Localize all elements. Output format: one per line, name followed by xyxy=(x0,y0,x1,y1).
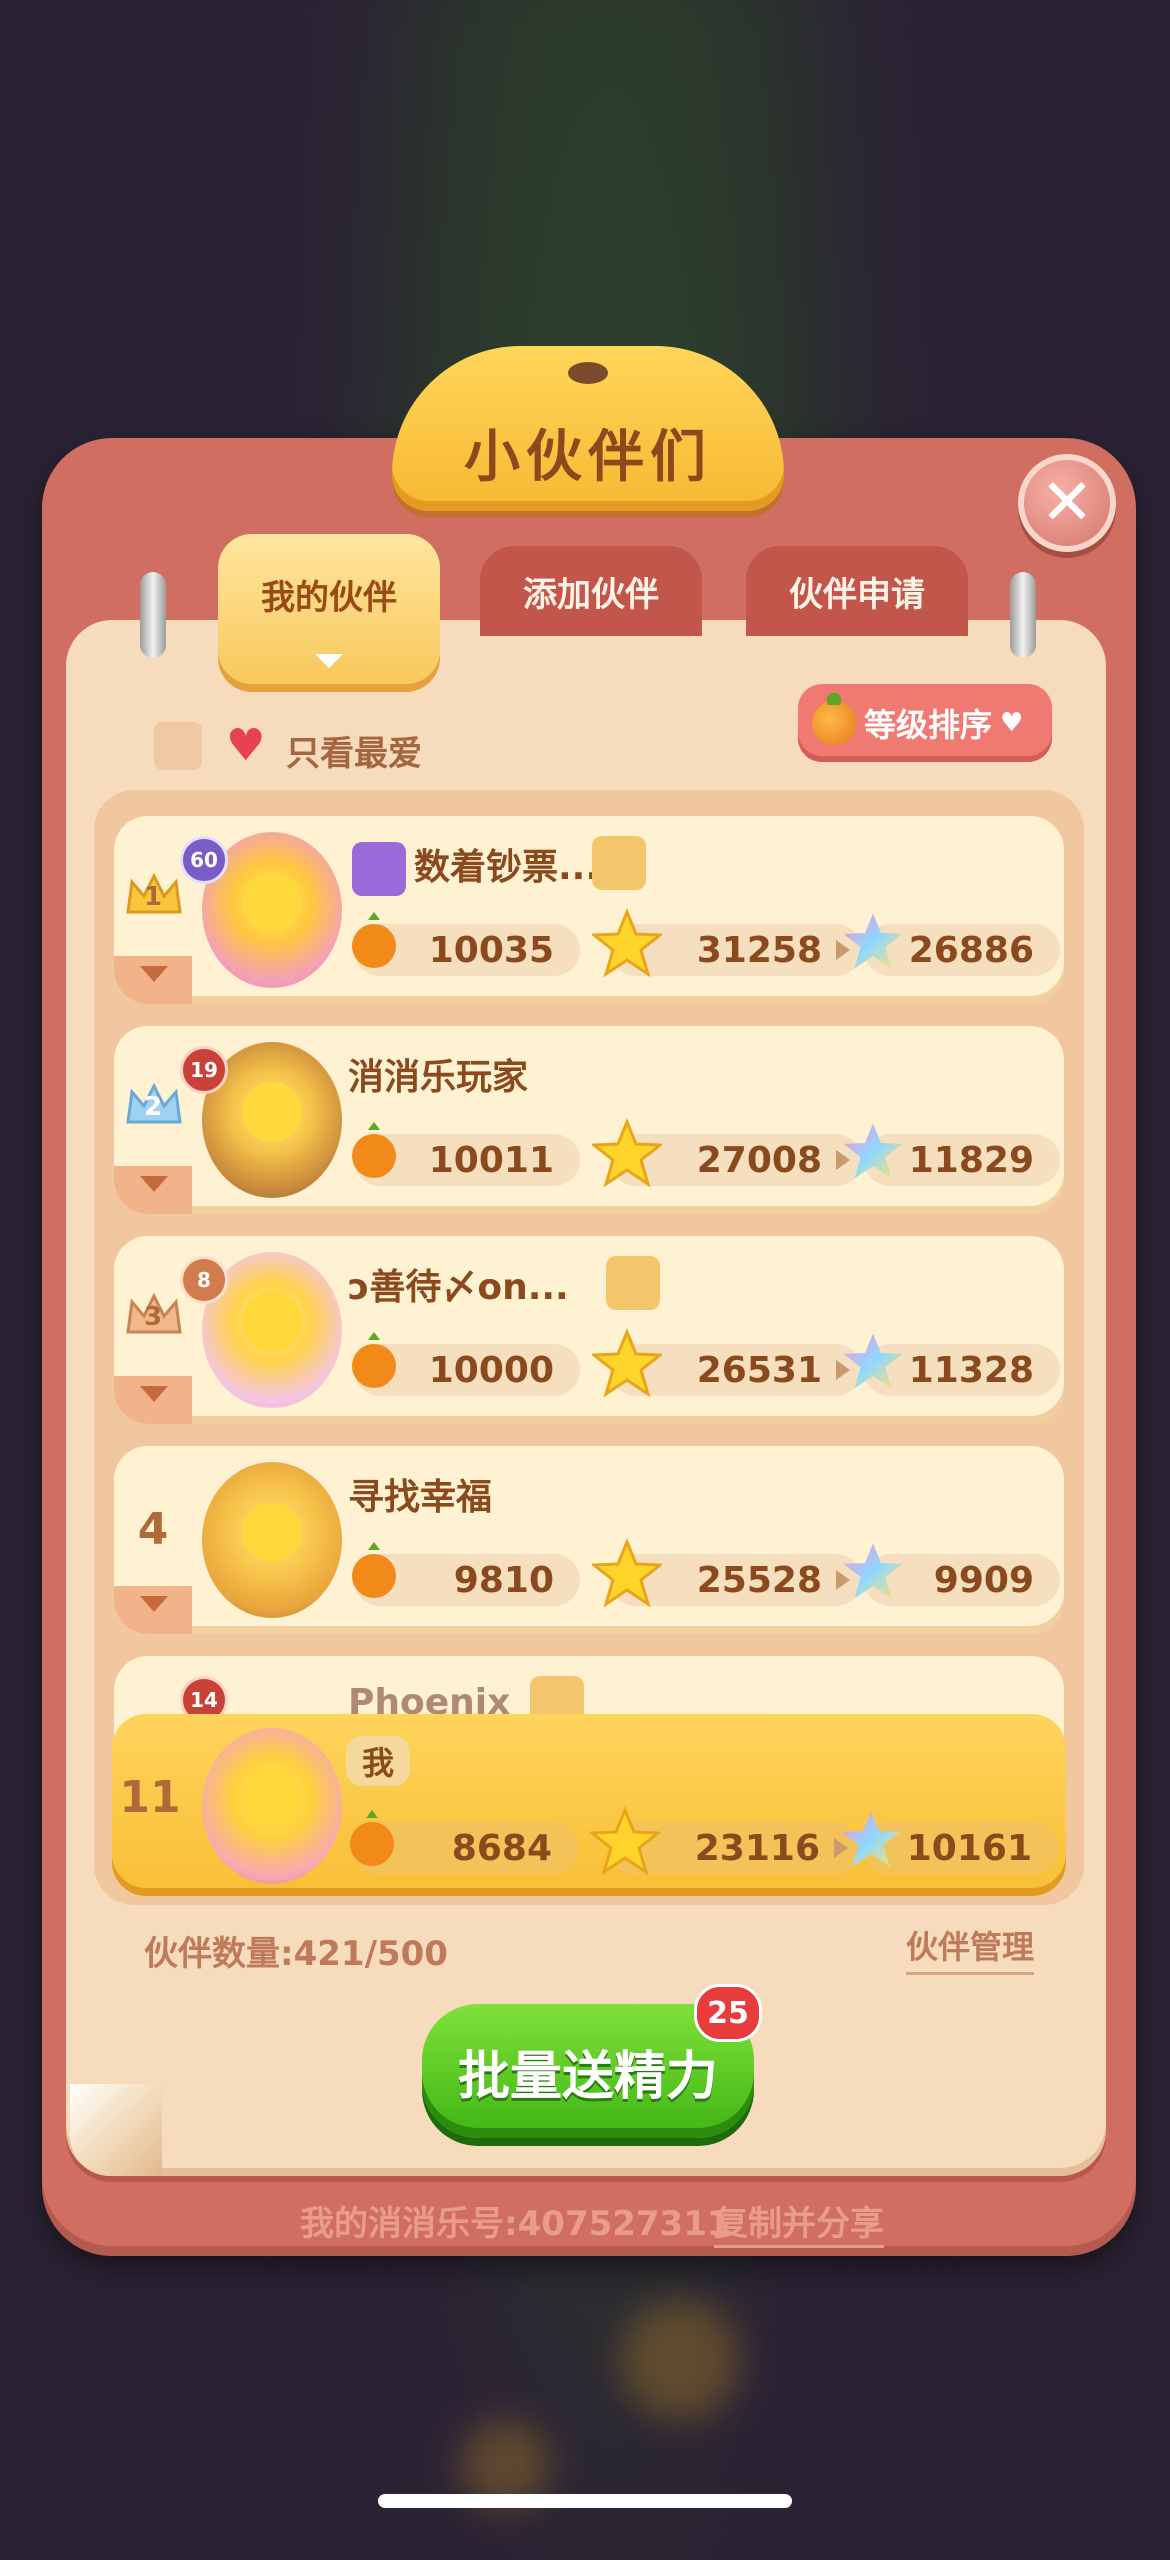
panel-title: 小伙伴们 xyxy=(464,425,712,490)
friend-name: ↄ善待〆on... xyxy=(348,1267,569,1308)
rainbow-star-icon xyxy=(843,913,903,969)
home-indicator[interactable] xyxy=(378,2494,792,2508)
heart-icon: ♥ xyxy=(226,720,266,771)
friend-name: 消消乐玩家 xyxy=(348,1057,529,1098)
chick-emblem-icon xyxy=(510,1466,564,1520)
chevron-down-icon xyxy=(140,1176,168,1192)
notification-badge: 25 xyxy=(694,1984,762,2042)
avatar-chick xyxy=(242,1292,302,1352)
avatar-chick xyxy=(242,1502,302,1562)
orange-icon xyxy=(352,1332,396,1388)
me-badge: 我 xyxy=(346,1736,410,1786)
tab-label: 伙伴申请 xyxy=(789,574,925,615)
favorites-label[interactable]: 只看最爱 xyxy=(286,726,422,775)
friend-row[interactable]: 1 60 数着钞票... 10035 31258 26886 xyxy=(114,816,1064,1004)
orange-icon xyxy=(352,1122,396,1178)
rainbow-star-icon xyxy=(843,1123,903,1179)
chevron-down-icon xyxy=(140,966,168,982)
manage-friends-link[interactable]: 伙伴管理 xyxy=(906,1922,1035,1975)
orange-icon xyxy=(352,912,396,968)
sort-label: 等级排序 xyxy=(864,706,993,744)
star-icon xyxy=(592,1538,662,1608)
my-game-id: 我的消消乐号:407527311 xyxy=(300,2204,731,2244)
star-icon xyxy=(590,1806,660,1876)
friend-count: 伙伴数量:421/500 xyxy=(144,1934,448,1974)
stat-star-value: 25528 xyxy=(696,1559,822,1601)
avatar-chick xyxy=(242,872,302,932)
friend-row[interactable]: 2 19 消消乐玩家 10011 27008 11829 xyxy=(114,1026,1064,1214)
tab-label: 添加伙伴 xyxy=(523,574,659,615)
star-icon xyxy=(592,1118,662,1188)
friend-row[interactable]: 4 寻找幸福 9810 25528 9909 xyxy=(114,1446,1064,1634)
stat-star-value: 23116 xyxy=(694,1827,820,1869)
chevron-down-icon xyxy=(140,1596,168,1612)
tab-add-friend[interactable]: 添加伙伴 xyxy=(480,546,702,636)
level-badge: 60 xyxy=(180,836,228,884)
avatar[interactable] xyxy=(202,1462,342,1618)
favorites-checkbox[interactable] xyxy=(154,722,202,770)
chick-emblem-icon xyxy=(426,1734,480,1788)
close-button[interactable]: ✕ xyxy=(1018,454,1116,552)
friend-name: 数着钞票... xyxy=(414,847,600,888)
chick-emblem-icon xyxy=(606,1256,660,1310)
tab-friend-requests[interactable]: 伙伴申请 xyxy=(746,546,968,636)
orange-icon xyxy=(812,693,856,745)
caret-down-icon xyxy=(315,654,343,668)
star-icon xyxy=(592,1328,662,1398)
heart-icon: ♥ xyxy=(1000,708,1024,738)
chevron-down-icon xyxy=(140,1386,168,1402)
orange-icon xyxy=(350,1810,394,1866)
my-rank-number: 11 xyxy=(119,1772,181,1823)
rank-number: 4 xyxy=(137,1504,169,1555)
rainbow-star-icon xyxy=(841,1811,901,1867)
sort-button[interactable]: 等级排序 ♥ xyxy=(798,684,1052,762)
my-rank-row[interactable]: 11 我 8684 23116 10161 xyxy=(112,1714,1066,1896)
close-icon: ✕ xyxy=(1040,466,1094,540)
rainbow-star-icon xyxy=(843,1333,903,1389)
level-badge: 19 xyxy=(180,1046,228,1094)
lightning-badge-icon xyxy=(352,842,406,896)
binder-ring-left xyxy=(140,572,166,658)
tab-my-friends[interactable]: 我的伙伴 xyxy=(218,534,440,684)
rank-number: 2 xyxy=(143,1092,163,1122)
friend-name: 寻找幸福 xyxy=(348,1477,493,1518)
stat-star-value: 31258 xyxy=(696,929,822,971)
background-light xyxy=(620,2300,740,2420)
chick-emblem-icon xyxy=(542,1046,596,1100)
rank-number: 3 xyxy=(143,1302,163,1332)
avatar-chick xyxy=(242,1768,302,1828)
star-icon xyxy=(592,908,662,978)
stat-star-value: 27008 xyxy=(696,1139,822,1181)
friend-row[interactable]: 3 8 ↄ善待〆on... 10000 26531 11328 xyxy=(114,1236,1064,1424)
binder-ring-right xyxy=(1010,572,1036,658)
page-corner-curl xyxy=(70,2084,162,2176)
avatar-chick xyxy=(242,1082,302,1142)
stat-star-value: 26531 xyxy=(696,1349,822,1391)
rank-number: 1 xyxy=(143,882,163,912)
orange-icon xyxy=(352,1542,396,1598)
copy-and-share-link[interactable]: 复制并分享 xyxy=(714,2196,884,2248)
level-badge: 8 xyxy=(180,1256,228,1304)
title-hole xyxy=(568,362,608,384)
my-avatar[interactable] xyxy=(202,1728,342,1884)
rainbow-star-icon xyxy=(843,1543,903,1599)
chick-emblem-icon xyxy=(592,836,646,890)
tab-label: 我的伙伴 xyxy=(261,578,397,618)
